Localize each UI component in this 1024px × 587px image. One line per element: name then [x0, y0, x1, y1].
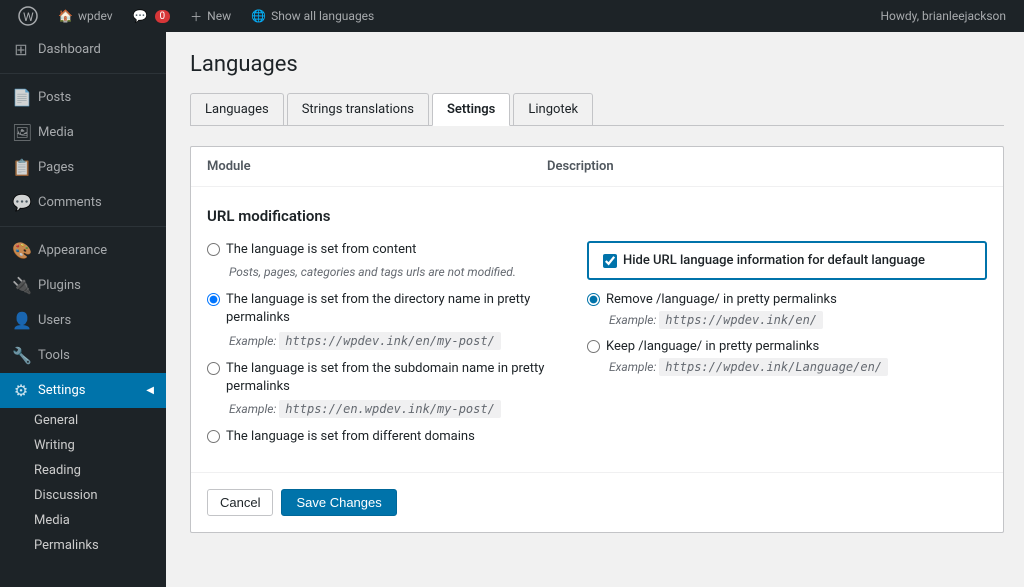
plus-icon: ＋	[190, 8, 202, 25]
posts-icon: 📄	[12, 88, 30, 107]
option3-example: Example: https://en.wpdev.ink/my-post/	[229, 402, 547, 416]
sidebar-item-posts[interactable]: 📄 Posts	[0, 80, 166, 115]
save-button[interactable]: Save Changes	[281, 489, 396, 516]
submenu-permalinks[interactable]: Permalinks	[0, 533, 166, 558]
sidebar-item-settings[interactable]: ⚙ Settings ◀	[0, 373, 166, 408]
option1-radio[interactable]	[207, 243, 220, 256]
suboption1-radio[interactable]	[587, 293, 600, 306]
topbar: W 🏠 wpdev 💬 0 ＋ New 🌐 Show all languages…	[0, 0, 1024, 32]
suboption2-row: Keep /language/ in pretty permalinks	[587, 339, 987, 354]
appearance-icon: 🎨	[12, 241, 30, 260]
section-title: URL modifications	[207, 207, 987, 225]
media-icon: 🖼	[12, 123, 30, 142]
hide-url-checkbox-row: Hide URL language information for defaul…	[603, 253, 971, 268]
left-column: The language is set from content Posts, …	[207, 241, 547, 452]
tab-languages[interactable]: Languages	[190, 93, 284, 125]
hide-url-checkbox[interactable]	[603, 254, 617, 268]
wp-logo-icon[interactable]: W	[8, 0, 48, 32]
option3-radio[interactable]	[207, 362, 220, 375]
option1-label: The language is set from content	[226, 241, 416, 259]
submenu-media[interactable]: Media	[0, 508, 166, 533]
new-button[interactable]: ＋ New	[180, 0, 241, 32]
page-title: Languages	[190, 52, 1004, 77]
submenu-discussion[interactable]: Discussion	[0, 483, 166, 508]
sidebar-item-appearance[interactable]: 🎨 Appearance	[0, 233, 166, 268]
sidebar-item-plugins[interactable]: 🔌 Plugins	[0, 268, 166, 303]
suboption1-row: Remove /language/ in pretty permalinks	[587, 292, 987, 307]
description-col-header: Description	[531, 147, 1003, 186]
option4-row: The language is set from different domai…	[207, 428, 547, 446]
option2-radio[interactable]	[207, 293, 220, 306]
svg-text:W: W	[23, 10, 34, 24]
submenu-general[interactable]: General	[0, 408, 166, 433]
tools-icon: 🔧	[12, 346, 30, 365]
howdy-text: Howdy, brianleejackson	[870, 9, 1016, 23]
module-col-header: Module	[191, 147, 531, 186]
submenu-writing[interactable]: Writing	[0, 433, 166, 458]
sidebar-item-comments[interactable]: 💬 Comments	[0, 185, 166, 220]
option1-row: The language is set from content	[207, 241, 547, 259]
suboption2-label: Keep /language/ in pretty permalinks	[606, 339, 819, 354]
settings-icon: ⚙	[12, 381, 30, 400]
pages-icon: 📋	[12, 158, 30, 177]
submenu-reading[interactable]: Reading	[0, 458, 166, 483]
comments-icon: 💬	[12, 193, 30, 212]
suboption2-example: Example: https://wpdev.ink/Language/en/	[609, 360, 987, 374]
plugins-icon: 🔌	[12, 276, 30, 295]
right-column: Hide URL language information for defaul…	[587, 241, 987, 452]
tabs-nav: Languages Strings translations Settings …	[190, 93, 1004, 126]
option2-example: Example: https://wpdev.ink/en/my-post/	[229, 334, 547, 348]
sidebar-item-dashboard[interactable]: ⊞ Dashboard	[0, 32, 166, 67]
option2-row: The language is set from the directory n…	[207, 291, 547, 327]
sidebar: ⊞ Dashboard 📄 Posts 🖼 Media 📋 Pages 💬 Co…	[0, 32, 166, 587]
tab-strings[interactable]: Strings translations	[287, 93, 429, 125]
site-name[interactable]: 🏠 wpdev	[48, 0, 123, 32]
sidebar-item-tools[interactable]: 🔧 Tools	[0, 338, 166, 373]
option4-label: The language is set from different domai…	[226, 428, 475, 446]
users-icon: 👤	[12, 311, 30, 330]
hide-url-box: Hide URL language information for defaul…	[587, 241, 987, 280]
tab-lingotek[interactable]: Lingotek	[513, 93, 593, 125]
two-col-layout: The language is set from content Posts, …	[207, 241, 987, 452]
settings-table-header: Module Description	[191, 147, 1003, 187]
dashboard-icon: ⊞	[12, 40, 30, 59]
settings-body: URL modifications The language is set fr…	[191, 187, 1003, 472]
suboption1-label: Remove /language/ in pretty permalinks	[606, 292, 837, 307]
settings-submenu: General Writing Reading Discussion Media…	[0, 408, 166, 558]
content-area: Languages Languages Strings translations…	[166, 32, 1024, 587]
cancel-button[interactable]: Cancel	[207, 489, 273, 516]
show-languages-button[interactable]: 🌐 Show all languages	[241, 0, 384, 32]
sidebar-item-media[interactable]: 🖼 Media	[0, 115, 166, 150]
comments-count: 0	[155, 10, 171, 23]
languages-icon: 🌐	[251, 9, 266, 23]
option3-label: The language is set from the subdomain n…	[226, 360, 547, 396]
settings-panel: Module Description URL modifications The…	[190, 146, 1004, 533]
sidebar-item-pages[interactable]: 📋 Pages	[0, 150, 166, 185]
tab-settings[interactable]: Settings	[432, 93, 510, 126]
hide-url-label: Hide URL language information for defaul…	[623, 253, 925, 268]
suboption2-radio[interactable]	[587, 340, 600, 353]
comments-button[interactable]: 💬 0	[123, 0, 181, 32]
option4-radio[interactable]	[207, 430, 220, 443]
comment-icon: 💬	[133, 9, 148, 23]
buttons-row: Cancel Save Changes	[191, 472, 1003, 532]
option2-label: The language is set from the directory n…	[226, 291, 547, 327]
home-icon: 🏠	[58, 9, 73, 23]
sidebar-item-users[interactable]: 👤 Users	[0, 303, 166, 338]
suboption1-example: Example: https://wpdev.ink/en/	[609, 313, 987, 327]
option1-note: Posts, pages, categories and tags urls a…	[229, 265, 547, 279]
option3-row: The language is set from the subdomain n…	[207, 360, 547, 396]
arrow-icon: ◀	[146, 385, 154, 396]
